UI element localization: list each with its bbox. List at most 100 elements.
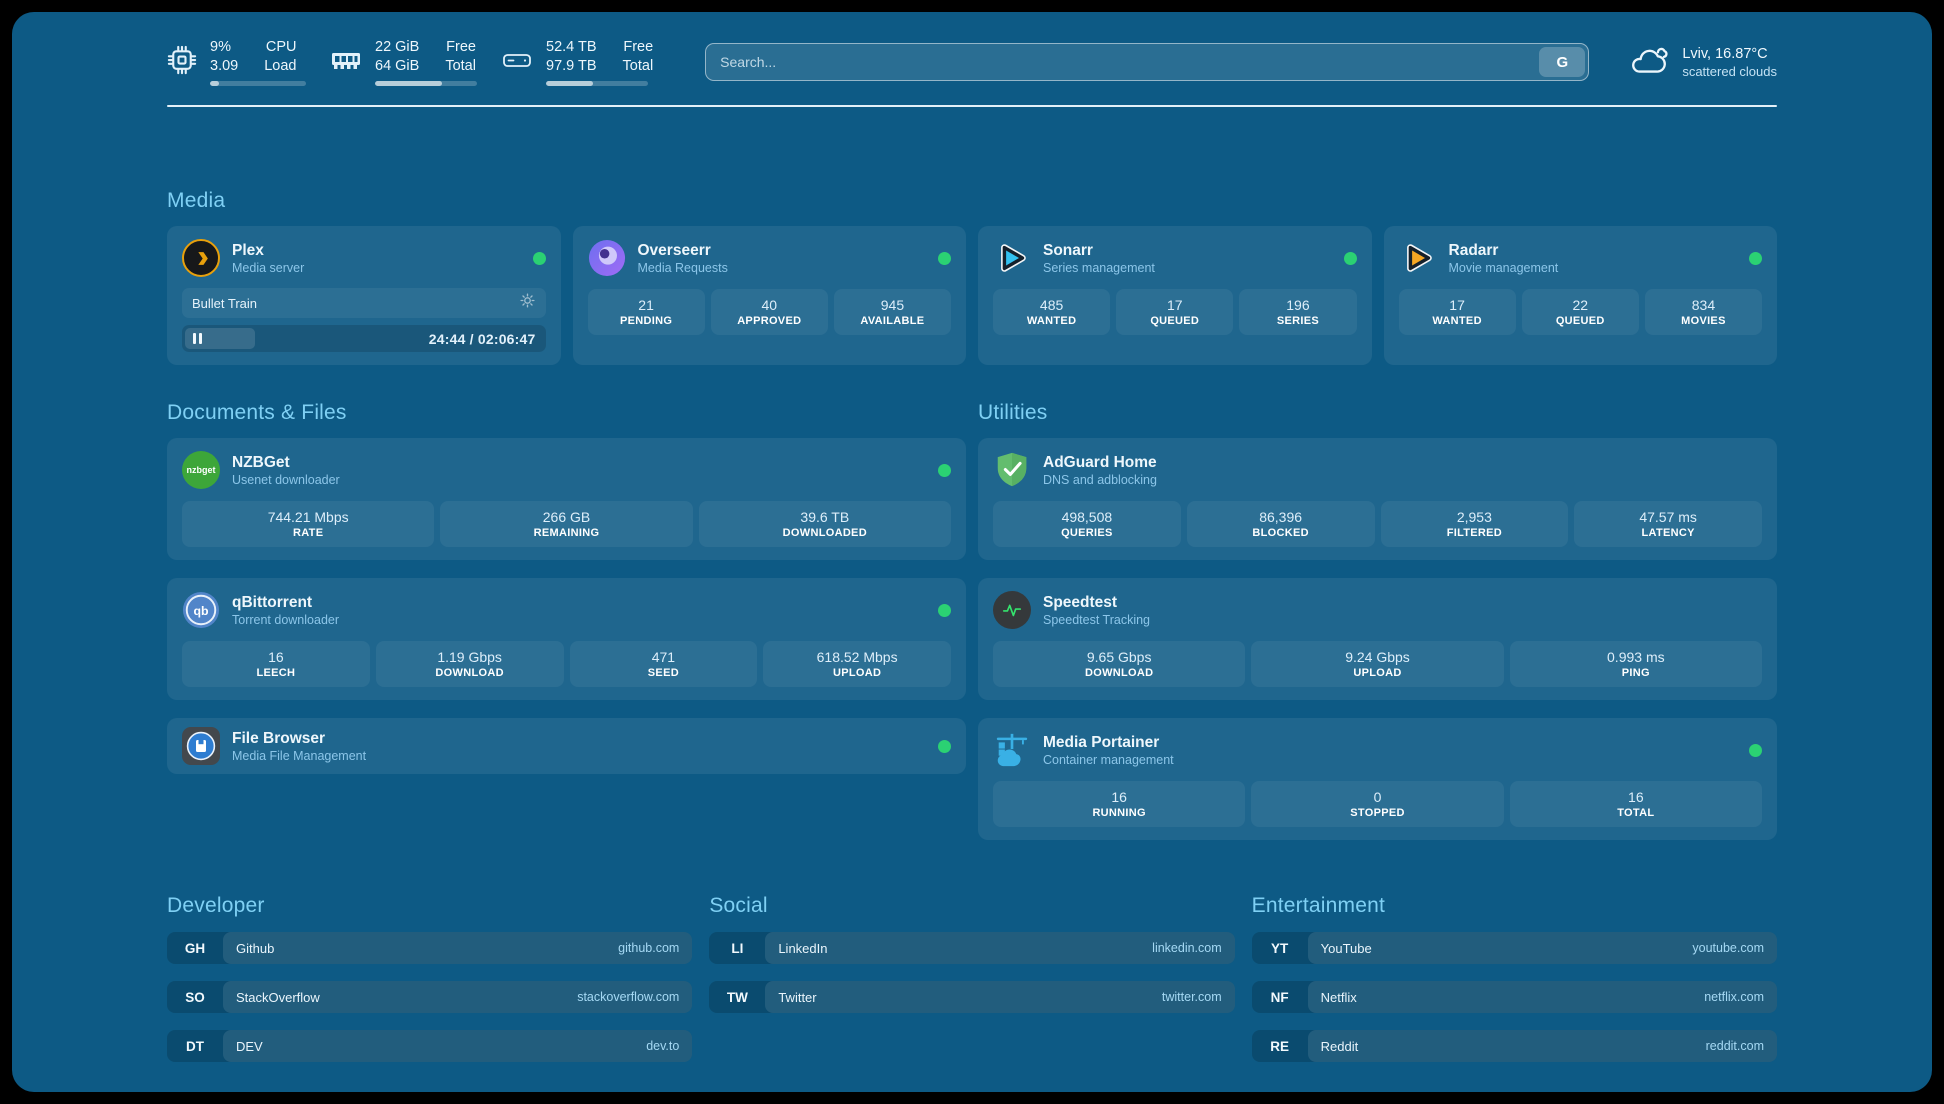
bookmark-youtube[interactable]: YT YouTube youtube.com bbox=[1252, 932, 1777, 964]
sonarr-title: Sonarr bbox=[1043, 241, 1155, 260]
stat-leech: 16 LEECH bbox=[182, 641, 370, 687]
qbittorrent-subtitle: Torrent downloader bbox=[232, 613, 339, 627]
stat-latency: 47.57 ms LATENCY bbox=[1574, 501, 1762, 547]
memory-icon bbox=[330, 45, 362, 80]
card-radarr[interactable]: Radarr Movie management 17 WANTED 22 QUE… bbox=[1384, 226, 1778, 365]
bookmark-reddit[interactable]: RE Reddit reddit.com bbox=[1252, 1030, 1777, 1062]
stat-total: 16 TOTAL bbox=[1510, 781, 1762, 827]
weather-location-temp: Lviv, 16.87°C bbox=[1682, 45, 1777, 65]
bookmark-twitter[interactable]: TW Twitter twitter.com bbox=[709, 981, 1234, 1013]
card-plex[interactable]: Plex Media server Bullet Train 24 bbox=[167, 226, 561, 365]
search-provider-button[interactable]: G bbox=[1539, 47, 1585, 77]
stat-downloaded: 39.6 TB DOWNLOADED bbox=[699, 501, 951, 547]
card-nzbget[interactable]: nzbget NZBGet Usenet downloader 744.21 M… bbox=[167, 438, 966, 560]
stat-blocked: 86,396 BLOCKED bbox=[1187, 501, 1375, 547]
filebrowser-title: File Browser bbox=[232, 729, 366, 748]
adguard-logo-icon bbox=[993, 451, 1031, 489]
svg-text:qb: qb bbox=[193, 604, 209, 618]
disk-widget: 52.4 TB 97.9 TB Free Total bbox=[501, 38, 653, 85]
bookmark-linkedin[interactable]: LI LinkedIn linkedin.com bbox=[709, 932, 1234, 964]
documents-column: Documents & Files nzbget NZBGet Usenet d… bbox=[167, 401, 966, 840]
bookmark-github[interactable]: GH Github github.com bbox=[167, 932, 692, 964]
section-title-entertainment: Entertainment bbox=[1252, 894, 1777, 918]
cpu-load-label: Load bbox=[264, 57, 296, 76]
nzbget-logo-icon: nzbget bbox=[182, 451, 220, 489]
section-title-utilities: Utilities bbox=[978, 401, 1777, 425]
section-title-social: Social bbox=[709, 894, 1234, 918]
bookmark-dev[interactable]: DT DEV dev.to bbox=[167, 1030, 692, 1062]
stat-available: 945 AVAILABLE bbox=[834, 289, 951, 335]
search-input[interactable] bbox=[705, 43, 1589, 81]
cloud-icon bbox=[1629, 44, 1669, 81]
overseerr-title: Overseerr bbox=[638, 241, 728, 260]
bookmark-group-developer: Developer GH Github github.com SO StackO… bbox=[167, 894, 692, 1079]
plex-logo-icon bbox=[182, 239, 220, 277]
radarr-logo-icon bbox=[1399, 239, 1437, 277]
card-portainer[interactable]: Media Portainer Container management 16 … bbox=[978, 718, 1777, 840]
qbittorrent-title: qBittorrent bbox=[232, 593, 339, 612]
media-grid: Plex Media server Bullet Train 24 bbox=[167, 226, 1777, 365]
stat-series: 196 SERIES bbox=[1239, 289, 1356, 335]
stat-upload: 618.52 Mbps UPLOAD bbox=[763, 641, 951, 687]
stat-approved: 40 APPROVED bbox=[711, 289, 828, 335]
speedtest-logo-icon bbox=[993, 591, 1031, 629]
card-filebrowser[interactable]: File Browser Media File Management bbox=[167, 718, 966, 774]
card-qbittorrent[interactable]: qb qBittorrent Torrent downloader 16 LEE… bbox=[167, 578, 966, 700]
speedtest-title: Speedtest bbox=[1043, 593, 1150, 612]
now-playing-row: Bullet Train bbox=[182, 288, 546, 318]
disk-progress-bar bbox=[546, 81, 648, 86]
stat-running: 16 RUNNING bbox=[993, 781, 1245, 827]
playback-time: 24:44 / 02:06:47 bbox=[429, 331, 536, 347]
status-dot bbox=[1749, 744, 1762, 757]
speedtest-subtitle: Speedtest Tracking bbox=[1043, 613, 1150, 627]
playback-progress-row: 24:44 / 02:06:47 bbox=[182, 325, 546, 352]
stat-stopped: 0 STOPPED bbox=[1251, 781, 1503, 827]
overseerr-subtitle: Media Requests bbox=[638, 261, 728, 275]
qbittorrent-logo-icon: qb bbox=[182, 591, 220, 629]
stat-wanted: 17 WANTED bbox=[1399, 289, 1516, 335]
status-dot bbox=[1749, 252, 1762, 265]
sonarr-logo-icon bbox=[993, 239, 1031, 277]
filebrowser-logo-icon bbox=[182, 727, 220, 765]
disk-icon bbox=[501, 45, 533, 80]
utilities-column: Utilities AdGuard Home bbox=[978, 401, 1777, 840]
bookmark-stackoverflow[interactable]: SO StackOverflow stackoverflow.com bbox=[167, 981, 692, 1013]
disk-total-value: 97.9 TB bbox=[546, 57, 597, 76]
card-sonarr[interactable]: Sonarr Series management 485 WANTED 17 Q… bbox=[978, 226, 1372, 365]
cpu-load-value: 3.09 bbox=[210, 57, 238, 76]
portainer-logo-icon bbox=[993, 731, 1031, 769]
stat-queued: 22 QUEUED bbox=[1522, 289, 1639, 335]
card-overseerr[interactable]: Overseerr Media Requests 21 PENDING 40 A… bbox=[573, 226, 967, 365]
adguard-subtitle: DNS and adblocking bbox=[1043, 473, 1157, 487]
section-title-media: Media bbox=[167, 189, 1777, 213]
stat-queries: 498,508 QUERIES bbox=[993, 501, 1181, 547]
stat-seed: 471 SEED bbox=[570, 641, 758, 687]
disk-free-label: Free bbox=[623, 38, 654, 57]
card-adguard[interactable]: AdGuard Home DNS and adblocking 498,508 … bbox=[978, 438, 1777, 560]
memory-progress-bar bbox=[375, 81, 477, 86]
now-playing-title: Bullet Train bbox=[192, 296, 257, 311]
plex-subtitle: Media server bbox=[232, 261, 304, 275]
memory-total-label: Total bbox=[445, 57, 476, 76]
stat-movies: 834 MOVIES bbox=[1645, 289, 1762, 335]
status-dot bbox=[938, 464, 951, 477]
top-bar: 9% 3.09 CPU Load bbox=[167, 34, 1777, 90]
bookmark-group-entertainment: Entertainment YT YouTube youtube.com NF … bbox=[1252, 894, 1777, 1079]
overseerr-logo-icon bbox=[588, 239, 626, 277]
stat-ping: 0.993 ms PING bbox=[1510, 641, 1762, 687]
cpu-usage-value: 9% bbox=[210, 38, 238, 57]
stat-pending: 21 PENDING bbox=[588, 289, 705, 335]
memory-widget: 22 GiB 64 GiB Free Total bbox=[330, 38, 477, 85]
weather-widget: Lviv, 16.87°C scattered clouds bbox=[1629, 44, 1777, 81]
section-title-developer: Developer bbox=[167, 894, 692, 918]
card-speedtest[interactable]: Speedtest Speedtest Tracking 9.65 Gbps D… bbox=[978, 578, 1777, 700]
bookmark-netflix[interactable]: NF Netflix netflix.com bbox=[1252, 981, 1777, 1013]
stat-filtered: 2,953 FILTERED bbox=[1381, 501, 1569, 547]
filebrowser-subtitle: Media File Management bbox=[232, 749, 366, 763]
cpu-progress-bar bbox=[210, 81, 306, 86]
section-title-documents: Documents & Files bbox=[167, 401, 966, 425]
session-settings-icon bbox=[519, 292, 536, 314]
stat-download: 9.65 Gbps DOWNLOAD bbox=[993, 641, 1245, 687]
nzbget-title: NZBGet bbox=[232, 453, 340, 472]
memory-free-label: Free bbox=[445, 38, 476, 57]
